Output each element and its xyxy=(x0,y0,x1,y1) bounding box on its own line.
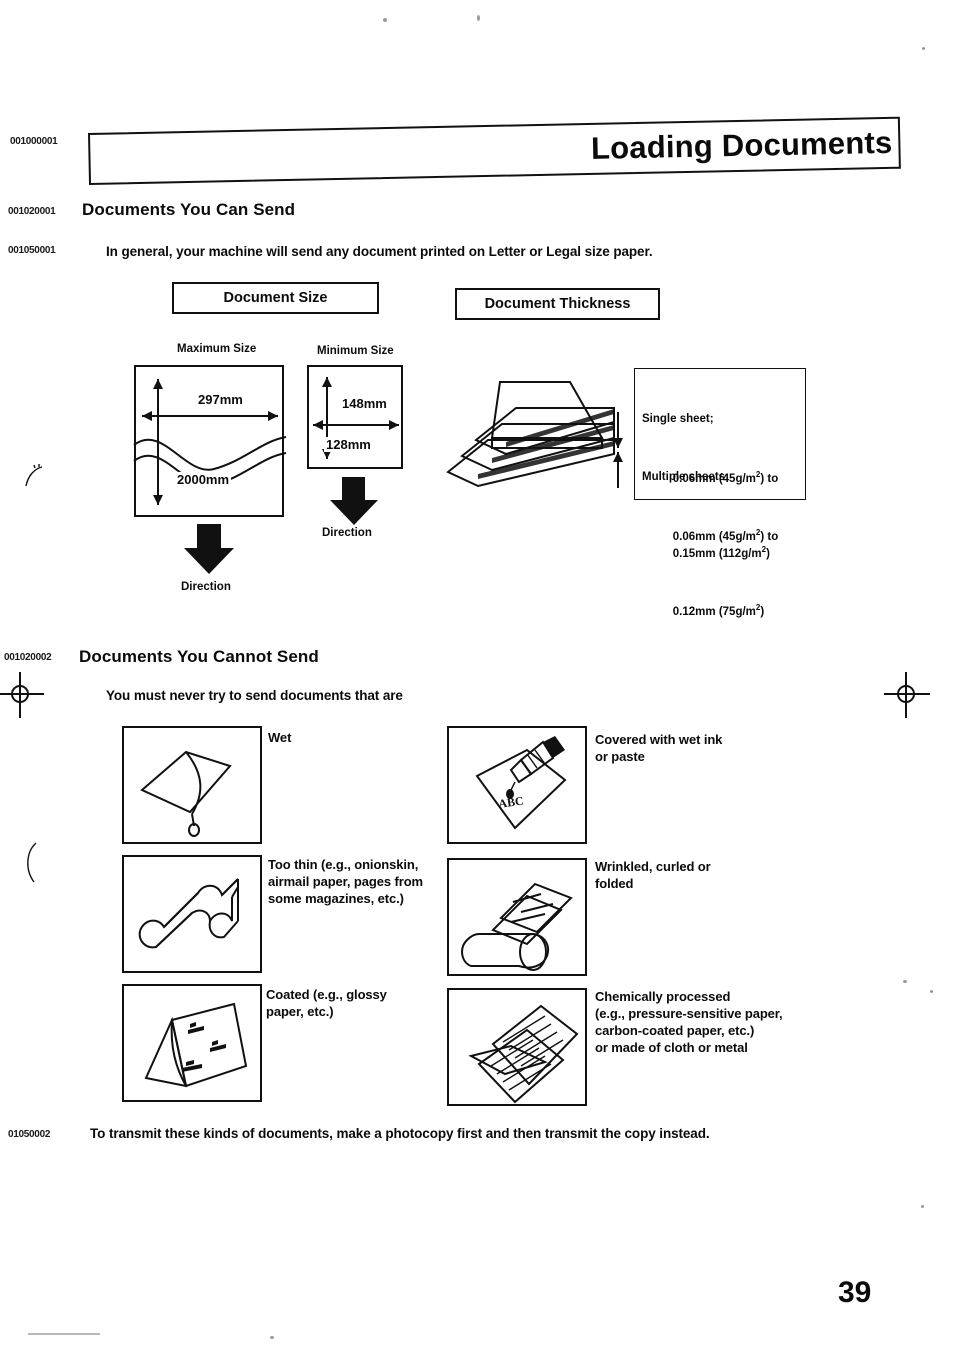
spec-multiple-sheets: Multiple sheets; 0.06mm (45g/m2) to 0.12… xyxy=(642,440,778,650)
spec-single-sheet-title: Single sheet; xyxy=(642,413,714,425)
registration-mark-right xyxy=(884,672,930,718)
spec-multiple-sheets-line1: 0.06mm (45g/m2) to xyxy=(672,528,779,543)
illustration-box-wet-ink: ABC xyxy=(447,726,587,844)
margin-code-closing: 01050002 xyxy=(8,1129,51,1140)
margin-pencil-mark xyxy=(25,464,43,487)
illustration-box-wet xyxy=(122,726,262,844)
heading-documents-you-can-send: Documents You Can Send xyxy=(82,200,296,219)
closing-paragraph: To transmit these kinds of documents, ma… xyxy=(90,1126,710,1141)
caption-too-thin: Too thin (e.g., onionskin, airmail paper… xyxy=(268,857,424,906)
spec-multiple-sheets-title: Multiple sheets; xyxy=(642,471,729,483)
margin-code-cannot-send: 001020002 xyxy=(4,652,52,663)
page-title-banner: Loading Documents xyxy=(88,116,901,185)
label-minimum-size: Minimum Size xyxy=(317,345,394,357)
margin-code-can-send: 001020001 xyxy=(8,206,56,217)
rippled-thin-sheet-icon xyxy=(138,878,239,949)
heading-documents-you-cannot-send: Documents You Cannot Send xyxy=(79,647,319,666)
maximum-width-value: 297mm xyxy=(196,392,245,407)
wet-sheet-icon xyxy=(140,750,232,837)
margin-code-intro: 001050001 xyxy=(8,245,56,256)
scan-speck xyxy=(921,1205,924,1208)
scan-speck xyxy=(930,990,933,993)
direction-label-maximum: Direction xyxy=(181,581,231,593)
label-maximum-size: Maximum Size xyxy=(177,343,257,355)
direction-arrow-minimum-icon xyxy=(330,477,378,525)
svg-text:ABC: ABC xyxy=(497,794,524,811)
scan-speck xyxy=(270,1336,274,1339)
margin-pencil-mark xyxy=(27,842,37,883)
maximum-length-value: 2000mm xyxy=(175,472,232,487)
caption-chemically-processed: Chemically processed (e.g., pressure-sen… xyxy=(595,989,783,1055)
illustration-box-too-thin xyxy=(122,855,262,973)
scan-speck xyxy=(383,18,387,22)
panel-label-document-size: Document Size xyxy=(172,282,379,314)
spec-multiple-sheets-line2: 0.12mm (75g/m2) xyxy=(672,603,765,618)
spec-multiple-min-mm: 0.06mm xyxy=(672,531,716,543)
minimum-width-value: 148mm xyxy=(340,396,389,411)
illustration-box-coated xyxy=(122,984,262,1102)
intro-paragraph: In general, your machine will send any d… xyxy=(106,244,653,259)
panel-label-document-thickness-text: Document Thickness xyxy=(484,296,631,312)
cannot-send-intro: You must never try to send documents tha… xyxy=(106,688,403,703)
caption-wet-ink: Covered with wet ink or paste xyxy=(595,732,723,764)
scan-speck xyxy=(477,15,480,21)
direction-arrow-maximum-icon xyxy=(184,524,234,574)
minimum-length-value: 128mm xyxy=(324,437,373,452)
illustration-box-chemically-processed xyxy=(447,988,587,1106)
margin-code-title: 001000001 xyxy=(10,136,58,147)
glossy-sheet-icon xyxy=(144,1002,248,1088)
direction-label-minimum: Direction xyxy=(322,527,372,539)
caption-wrinkled: Wrinkled, curled or folded xyxy=(595,859,711,891)
pen-writing-abc-icon: ABC xyxy=(475,736,567,830)
illustration-box-wrinkled xyxy=(447,858,587,976)
scan-speck xyxy=(922,47,925,50)
panel-label-document-thickness: Document Thickness xyxy=(455,288,660,320)
minimum-size-diagram xyxy=(313,377,399,459)
registration-mark-circle xyxy=(11,685,29,703)
panel-label-document-size-text: Document Size xyxy=(223,290,328,306)
caption-wet: Wet xyxy=(268,730,292,745)
page-number: 39 xyxy=(838,1276,872,1309)
caption-coated: Coated (e.g., glossy paper, etc.) xyxy=(266,987,387,1019)
scan-speck xyxy=(903,980,907,983)
registration-mark-circle xyxy=(897,685,915,703)
page-title: Loading Documents xyxy=(590,124,893,166)
carbon-form-icon xyxy=(468,1004,579,1104)
maximum-size-diagram xyxy=(133,379,287,505)
curled-rolled-sheet-icon xyxy=(461,882,573,971)
registration-mark-left xyxy=(0,672,44,718)
spec-multiple-max-mm: 0.12mm xyxy=(672,606,716,618)
scan-edge-artifact xyxy=(28,1333,100,1335)
